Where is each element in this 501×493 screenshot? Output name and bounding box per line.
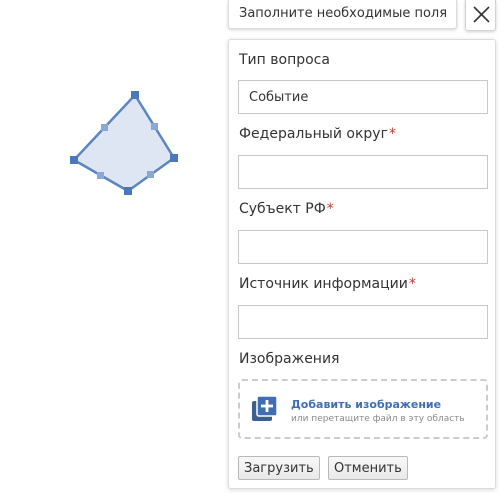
map-canvas[interactable] (0, 0, 228, 493)
source-label: Источник информации* (239, 276, 416, 292)
subject-input[interactable] (238, 230, 488, 264)
polygon-midpoint-handle[interactable] (97, 172, 104, 179)
form-title: Заполните необходимые поля (228, 0, 457, 29)
polygon-midpoint-handle[interactable] (147, 171, 154, 178)
upload-button[interactable]: Загрузить (238, 456, 320, 480)
polygon-vertex-handle[interactable] (124, 187, 132, 195)
images-label: Изображения (239, 351, 340, 367)
polygon-vertex-handle[interactable] (70, 156, 78, 164)
federal-district-input[interactable] (238, 155, 488, 189)
add-image-icon (252, 396, 278, 421)
image-dropzone[interactable]: Добавить изображение или перетащите файл… (238, 379, 488, 439)
source-input[interactable] (238, 305, 488, 339)
polygon-midpoint-handle[interactable] (151, 123, 158, 130)
polygon-vertex-handle[interactable] (131, 91, 139, 99)
add-image-title[interactable]: Добавить изображение (291, 398, 441, 411)
federal-district-label: Федеральный округ* (239, 126, 396, 142)
cancel-button[interactable]: Отменить (328, 456, 408, 480)
question-type-label: Тип вопроса (239, 52, 330, 68)
required-mark: * (388, 126, 396, 142)
close-button[interactable] (465, 0, 496, 31)
required-mark: * (326, 201, 334, 217)
polygon-midpoint-handle[interactable] (101, 124, 108, 131)
drawn-polygon-layer[interactable] (0, 0, 228, 493)
polygon-vertex-handle[interactable] (170, 154, 178, 162)
required-mark: * (408, 276, 416, 292)
close-icon (473, 6, 490, 23)
subject-label: Субъект РФ* (239, 201, 334, 217)
drawn-polygon[interactable] (72, 93, 176, 193)
add-image-hint: или перетащите файл в эту область (291, 414, 465, 424)
form-panel: Тип вопроса Федеральный округ* Субъект Р… (228, 39, 496, 489)
question-type-input[interactable] (238, 80, 488, 114)
